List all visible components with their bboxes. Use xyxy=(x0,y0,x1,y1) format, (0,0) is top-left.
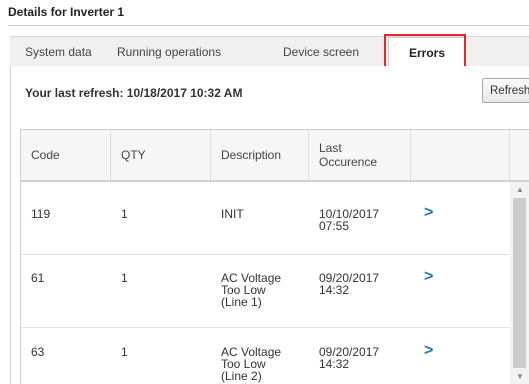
chevron-right-icon[interactable]: > xyxy=(424,342,433,360)
column-header-description[interactable]: Description xyxy=(211,130,309,180)
last-occurence-header-line: Last xyxy=(319,141,342,155)
cell-code: 119 xyxy=(31,207,51,221)
last-time: 14:32 xyxy=(319,357,350,371)
scrollbar-thumb[interactable] xyxy=(513,198,526,368)
tab-system-data[interactable]: System data xyxy=(25,45,92,59)
column-header-last-occurence[interactable]: Last Occurence xyxy=(309,130,411,180)
cell-description: INIT xyxy=(221,208,244,220)
table-row[interactable]: 63 1 AC Voltage Too Low (Line 2) 09/20/2… xyxy=(21,328,510,384)
tab-bar: System data Running operations Device sc… xyxy=(10,34,529,68)
cell-code: 63 xyxy=(31,345,45,359)
errors-table: Code QTY Description Last Occurence 119 … xyxy=(20,129,529,384)
column-header-code[interactable]: Code xyxy=(21,130,111,180)
panel-title: Details for Inverter 1 xyxy=(8,5,125,19)
last-time: 14:32 xyxy=(319,283,350,297)
cell-qty: 1 xyxy=(121,271,128,285)
cell-description: AC Voltage Too Low (Line 2) xyxy=(221,346,281,382)
last-time: 07:55 xyxy=(319,219,350,233)
column-header-action xyxy=(411,130,510,180)
cell-qty: 1 xyxy=(121,207,128,221)
table-header: Code QTY Description Last Occurence xyxy=(21,130,529,182)
cell-last-occurence: 09/20/2017 14:32 xyxy=(319,346,379,370)
cell-last-occurence: 10/10/2017 07:55 xyxy=(319,208,379,232)
description-line: (Line 1) xyxy=(221,295,262,309)
highlight-box xyxy=(384,34,466,68)
chevron-right-icon[interactable]: > xyxy=(424,204,433,222)
title-divider xyxy=(8,25,529,26)
last-occurence-header-line: Occurence xyxy=(319,155,378,169)
scroll-down-icon[interactable]: ▼ xyxy=(516,372,524,381)
last-refresh-text: Your last refresh: 10/18/2017 10:32 AM xyxy=(25,86,243,100)
cell-qty: 1 xyxy=(121,345,128,359)
chevron-right-icon[interactable]: > xyxy=(424,268,433,286)
refresh-button[interactable]: Refresh xyxy=(482,78,529,103)
tab-device-screen[interactable]: Device screen xyxy=(283,45,359,59)
column-header-qty[interactable]: QTY xyxy=(111,130,211,180)
table-row[interactable]: 119 1 INIT 10/10/2017 07:55 > xyxy=(21,182,510,255)
description-line: INIT xyxy=(221,207,244,221)
cell-code: 61 xyxy=(31,271,45,285)
description-line: (Line 2) xyxy=(221,369,262,383)
tab-running-operations[interactable]: Running operations xyxy=(117,45,221,59)
vertical-scrollbar[interactable]: ▲ ▼ xyxy=(510,182,529,384)
table-row[interactable]: 61 1 AC Voltage Too Low (Line 1) 09/20/2… xyxy=(21,255,510,328)
cell-description: AC Voltage Too Low (Line 1) xyxy=(221,272,281,308)
cell-last-occurence: 09/20/2017 14:32 xyxy=(319,272,379,296)
scroll-up-icon[interactable]: ▲ xyxy=(516,185,524,194)
